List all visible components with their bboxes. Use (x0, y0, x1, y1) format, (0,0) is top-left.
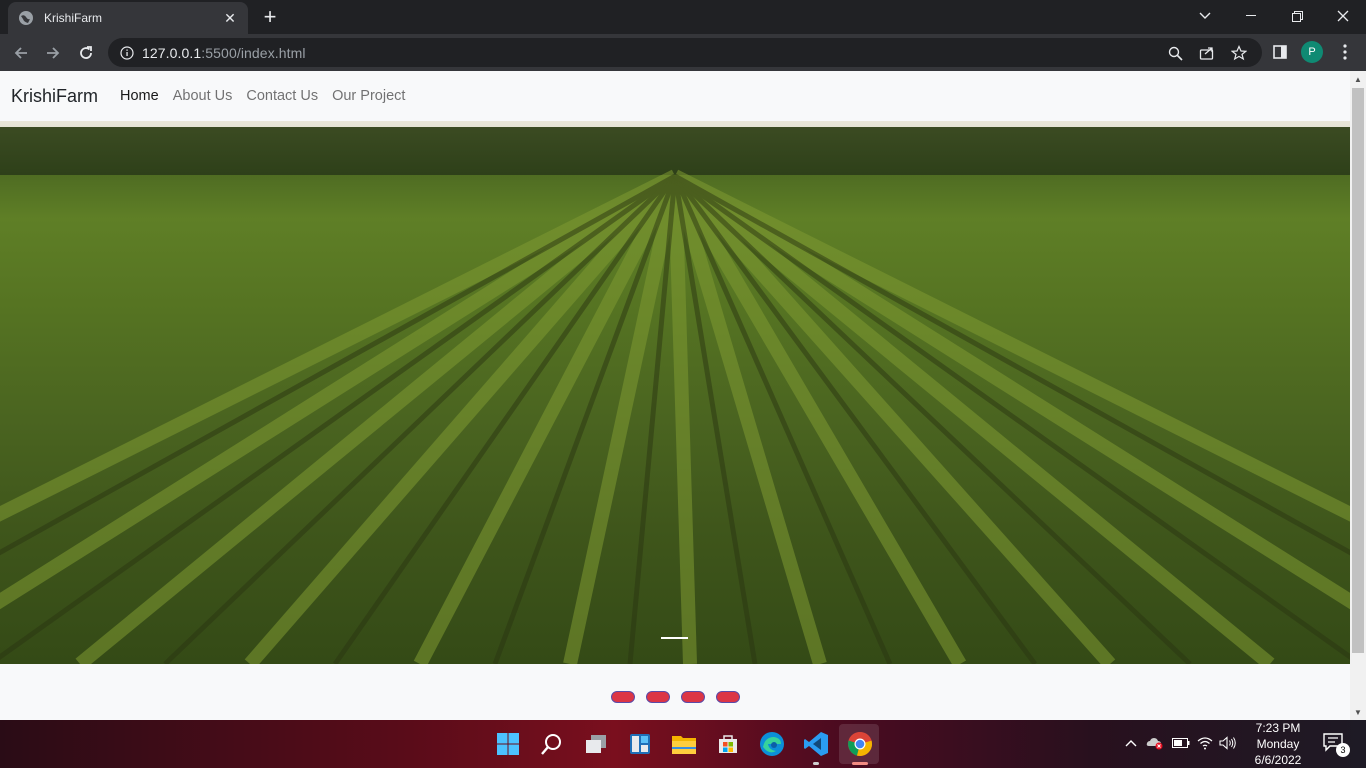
carousel-indicators (611, 691, 740, 703)
carousel-dot-3[interactable] (681, 691, 705, 703)
site-navbar: KrishiFarm Home About Us Contact Us Our … (0, 71, 1350, 121)
tab-search-button[interactable] (1182, 0, 1228, 32)
globe-icon (19, 11, 33, 25)
zoom-button[interactable] (1166, 44, 1184, 62)
vscode-icon[interactable] (801, 729, 831, 759)
restore-icon (1291, 10, 1303, 22)
nav-link-project[interactable]: Our Project (332, 88, 405, 104)
page-scrollbar[interactable]: ▲ ▼ (1350, 71, 1366, 720)
edge-icon[interactable] (757, 729, 787, 759)
carousel-dot-1[interactable] (611, 691, 635, 703)
minimize-icon (1246, 15, 1256, 16)
clock-day: Monday (1256, 737, 1300, 751)
crop-rows (0, 169, 1350, 664)
chrome-icon[interactable] (845, 729, 875, 759)
magnifier-icon (1168, 46, 1183, 61)
battery-icon[interactable] (1172, 734, 1190, 752)
close-icon (1337, 10, 1349, 22)
search-icon[interactable] (537, 729, 567, 759)
notification-badge: 3 (1336, 743, 1350, 757)
widgets-icon[interactable] (625, 729, 655, 759)
site-brand[interactable]: KrishiFarm (11, 86, 98, 107)
clock-time: 7:23 PM (1255, 721, 1301, 735)
tab-title: KrishiFarm (44, 11, 103, 25)
store-icon[interactable] (713, 729, 743, 759)
volume-icon[interactable] (1219, 734, 1237, 752)
carousel-indicator-line[interactable] (661, 637, 688, 639)
onedrive-error-icon[interactable] (1146, 734, 1164, 752)
browser-toolbar: 127.0.0.1:5500/index.html (0, 34, 1366, 71)
arrow-right-icon (47, 47, 60, 59)
browser-tab[interactable]: KrishiFarm ✕ (8, 2, 248, 34)
tab-close-icon[interactable]: ✕ (222, 10, 238, 26)
notification-center-button[interactable]: 3 (1322, 732, 1350, 757)
info-icon[interactable] (120, 45, 134, 60)
back-button[interactable] (8, 40, 34, 66)
carousel-dot-4[interactable] (716, 691, 740, 703)
menu-button[interactable] (1333, 40, 1357, 64)
share-button[interactable] (1198, 44, 1216, 62)
profile-avatar[interactable]: P (1301, 41, 1323, 63)
chrome-active-indicator (852, 762, 868, 765)
windows-taskbar: 7:23 PM Monday 6/6/2022 3 (0, 720, 1366, 768)
scroll-down-icon[interactable]: ▼ (1350, 704, 1366, 720)
kebab-menu-icon (1343, 44, 1347, 60)
nav-links: Home About Us Contact Us Our Project (120, 88, 419, 104)
star-icon (1231, 45, 1247, 61)
browser-tab-bar: KrishiFarm ✕ + (0, 0, 1366, 34)
vscode-open-indicator (813, 762, 819, 765)
hero-farm-image (0, 121, 1350, 664)
nav-link-contact[interactable]: Contact Us (246, 88, 318, 104)
chevron-down-icon (1199, 12, 1211, 19)
task-view-icon[interactable] (581, 729, 611, 759)
start-icon[interactable] (493, 729, 523, 759)
forward-button[interactable] (40, 40, 66, 66)
carousel-dot-2[interactable] (646, 691, 670, 703)
reload-icon (80, 46, 92, 59)
side-panel-icon (1273, 45, 1287, 59)
taskbar-clock[interactable]: 7:23 PM Monday 6/6/2022 (1245, 720, 1311, 768)
nav-link-about[interactable]: About Us (173, 88, 233, 104)
arrow-left-icon (14, 47, 27, 59)
url-text[interactable]: 127.0.0.1:5500/index.html (142, 45, 306, 61)
scrollbar-thumb[interactable] (1352, 88, 1364, 653)
page-viewport: KrishiFarm Home About Us Contact Us Our … (0, 71, 1366, 720)
close-window-button[interactable] (1320, 0, 1366, 32)
share-icon (1199, 47, 1214, 60)
side-panel-button[interactable] (1268, 40, 1292, 64)
tray-chevron-up-icon[interactable] (1122, 734, 1140, 752)
wifi-icon[interactable] (1196, 734, 1214, 752)
restore-button[interactable] (1274, 0, 1320, 32)
reload-button[interactable] (73, 40, 99, 66)
clock-date: 6/6/2022 (1254, 753, 1302, 767)
new-tab-button[interactable]: + (258, 6, 282, 30)
file-explorer-icon[interactable] (669, 729, 699, 759)
scroll-up-icon[interactable]: ▲ (1350, 71, 1366, 87)
address-bar[interactable]: 127.0.0.1:5500/index.html (108, 38, 1262, 67)
minimize-button[interactable] (1228, 0, 1274, 32)
nav-link-home[interactable]: Home (120, 88, 159, 104)
bookmark-button[interactable] (1230, 44, 1248, 62)
